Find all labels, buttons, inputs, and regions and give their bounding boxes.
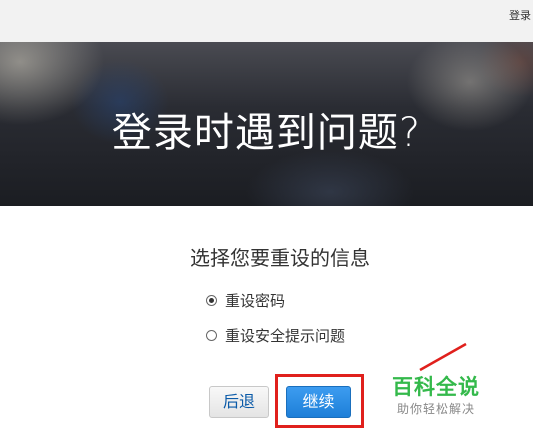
watermark-title: 百科全说 — [392, 375, 480, 399]
watermark-subtitle: 助你轻松解决 — [397, 402, 476, 416]
